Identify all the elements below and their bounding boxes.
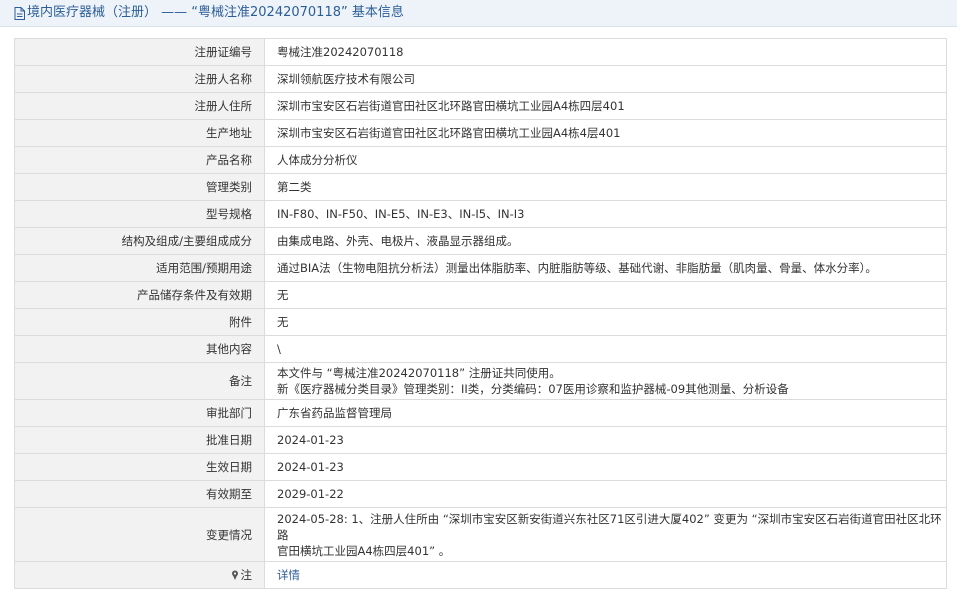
- table-row: 管理类别 第二类: [14, 173, 947, 201]
- row-value: 深圳领航医疗技术有限公司: [264, 65, 947, 93]
- row-label: 其他内容: [14, 335, 265, 363]
- table-row: 生效日期 2024-01-23: [14, 453, 947, 481]
- row-label: 附件: [14, 308, 265, 336]
- row-label: 注册人名称: [14, 65, 265, 93]
- row-value: IN-F80、IN-F50、IN-E5、IN-E3、IN-I5、IN-I3: [264, 200, 947, 228]
- remark-line-1: 本文件与 “粤械注准20242070118” 注册证共同使用。: [277, 366, 561, 380]
- change-value: 2024-05-28: 1、注册人住所由 “深圳市宝安区新安街道兴东社区71区引…: [264, 507, 947, 562]
- row-value: 2029-01-22: [264, 480, 947, 508]
- table-row-note: 注 详情: [14, 561, 947, 589]
- details-link[interactable]: 详情: [277, 568, 300, 582]
- note-label: 注: [240, 568, 253, 582]
- row-value: 深圳市宝安区石岩街道官田社区北环路官田横坑工业园A4栋4层401: [264, 119, 947, 147]
- row-value: 由集成电路、外壳、电极片、液晶显示器组成。: [264, 227, 947, 255]
- note-value: 详情: [264, 561, 947, 589]
- row-label: 生产地址: [14, 119, 265, 147]
- row-label: 产品名称: [14, 146, 265, 174]
- table-row: 产品储存条件及有效期 无: [14, 281, 947, 309]
- table-row-remark: 备注 本文件与 “粤械注准20242070118” 注册证共同使用。 新《医疗器…: [14, 362, 947, 400]
- change-line-1: 2024-05-28: 1、注册人住所由 “深圳市宝安区新安街道兴东社区71区引…: [277, 511, 942, 542]
- table-row: 注册人名称 深圳领航医疗技术有限公司: [14, 65, 947, 93]
- row-value: 粤械注准20242070118: [264, 38, 947, 66]
- row-value: 人体成分分析仪: [264, 146, 947, 174]
- table-row: 审批部门 广东省药品监督管理局: [14, 399, 947, 427]
- row-value: \: [264, 335, 947, 363]
- row-label: 型号规格: [14, 200, 265, 228]
- title-bar: 境内医疗器械（注册） —— “粤械注准20242070118” 基本信息: [0, 0, 957, 27]
- table-row: 型号规格 IN-F80、IN-F50、IN-E5、IN-E3、IN-I5、IN-…: [14, 200, 947, 228]
- table-row: 其他内容 \: [14, 335, 947, 363]
- row-label: 适用范围/预期用途: [14, 254, 265, 282]
- row-value: 第二类: [264, 173, 947, 201]
- note-label-cell: 注: [14, 561, 265, 589]
- row-value: 无: [264, 308, 947, 336]
- table-row: 生产地址 深圳市宝安区石岩街道官田社区北环路官田横坑工业园A4栋4层401: [14, 119, 947, 147]
- remark-value: 本文件与 “粤械注准20242070118” 注册证共同使用。 新《医疗器械分类…: [264, 362, 947, 400]
- remark-line-2: 新《医疗器械分类目录》管理类别：II类，分类编码：07医用诊察和监护器械-09其…: [277, 382, 789, 396]
- table-row: 注册人住所 深圳市宝安区石岩街道官田社区北环路官田横坑工业园A4栋四层401: [14, 92, 947, 120]
- row-value: 通过BIA法（生物电阻抗分析法）测量出体脂肪率、内脏脂肪等级、基础代谢、非脂肪量…: [264, 254, 947, 282]
- table-row: 产品名称 人体成分分析仪: [14, 146, 947, 174]
- pin-icon: [231, 570, 238, 580]
- page-title: 境内医疗器械（注册） —— “粤械注准20242070118” 基本信息: [27, 5, 404, 20]
- row-value: 深圳市宝安区石岩街道官田社区北环路官田横坑工业园A4栋四层401: [264, 92, 947, 120]
- row-value: 无: [264, 281, 947, 309]
- table-row: 批准日期 2024-01-23: [14, 426, 947, 454]
- table-row-change: 变更情况 2024-05-28: 1、注册人住所由 “深圳市宝安区新安街道兴东社…: [14, 507, 947, 562]
- row-label: 批准日期: [14, 426, 265, 454]
- row-label: 有效期至: [14, 480, 265, 508]
- row-label: 注册证编号: [14, 38, 265, 66]
- row-label: 变更情况: [14, 507, 265, 562]
- row-label: 审批部门: [14, 399, 265, 427]
- row-label: 产品储存条件及有效期: [14, 281, 265, 309]
- table-row: 有效期至 2029-01-22: [14, 480, 947, 508]
- row-value: 2024-01-23: [264, 453, 947, 481]
- row-label: 管理类别: [14, 173, 265, 201]
- row-value: 2024-01-23: [264, 426, 947, 454]
- change-line-2: 官田横坑工业园A4栋四层401” 。: [277, 543, 451, 558]
- table-row: 注册证编号 粤械注准20242070118: [14, 38, 947, 66]
- row-value: 广东省药品监督管理局: [264, 399, 947, 427]
- table-row: 附件 无: [14, 308, 947, 336]
- table-row: 适用范围/预期用途 通过BIA法（生物电阻抗分析法）测量出体脂肪率、内脏脂肪等级…: [14, 254, 947, 282]
- document-icon: [14, 7, 25, 20]
- row-label: 结构及组成/主要组成成分: [14, 227, 265, 255]
- row-label: 备注: [14, 362, 265, 400]
- table-row: 结构及组成/主要组成成分 由集成电路、外壳、电极片、液晶显示器组成。: [14, 227, 947, 255]
- row-label: 生效日期: [14, 453, 265, 481]
- info-table: 注册证编号 粤械注准20242070118 注册人名称 深圳领航医疗技术有限公司…: [14, 38, 947, 589]
- row-label: 注册人住所: [14, 92, 265, 120]
